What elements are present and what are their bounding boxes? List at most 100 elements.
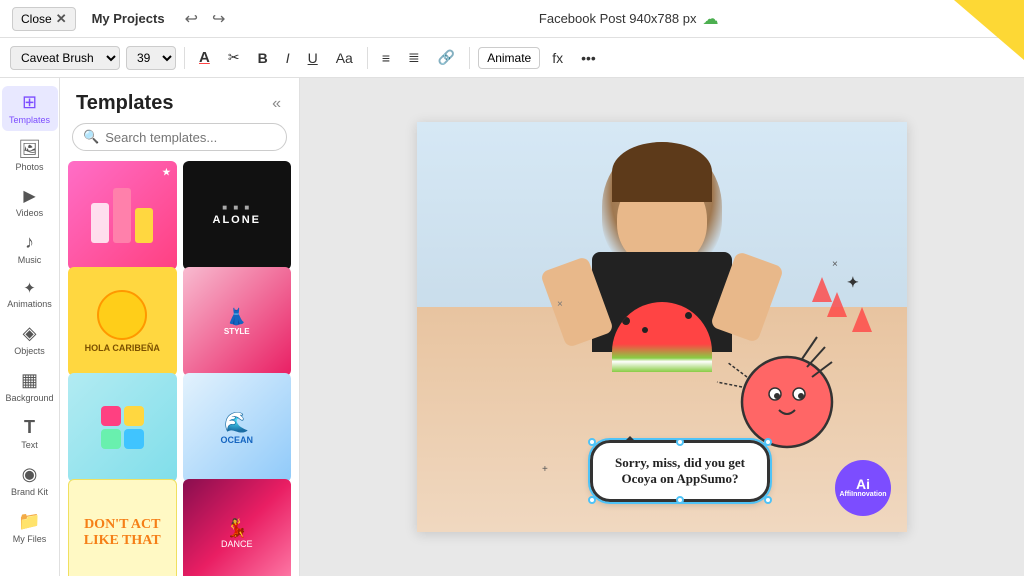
bold-icon: B — [258, 50, 268, 66]
sidebar-label-animations: Animations — [7, 299, 52, 309]
template-item[interactable]: HOLA CARIBEÑA — [68, 267, 177, 376]
line-spacing-button[interactable]: ≣ — [402, 45, 426, 70]
sidebar-item-templates[interactable]: ⊞ Templates — [2, 86, 58, 131]
close-x-icon: ✕ — [56, 11, 67, 27]
selection-handle[interactable] — [588, 438, 596, 446]
template-item[interactable]: ★ — [68, 161, 177, 270]
fx-icon: fx — [552, 50, 563, 66]
panel-header: Templates « — [60, 78, 299, 123]
ai-badge-text: Ai — [856, 477, 870, 491]
doc-title-text: Facebook Post 940x788 px — [539, 11, 697, 26]
sidebar-item-music[interactable]: ♪ Music — [2, 226, 58, 271]
video-icon: ▶ — [23, 186, 35, 206]
underline-button[interactable]: U — [302, 46, 324, 70]
search-icon: 🔍 — [83, 129, 99, 145]
text-color-icon: A — [199, 49, 210, 66]
ai-badge: Ai AffiInnovation — [835, 460, 891, 516]
undo-redo-group: ↩ ↪ — [181, 7, 230, 31]
text-effect-button[interactable]: ✂ — [222, 45, 246, 70]
templates-grid: ★ ■ ■ ■ ALONE HOLA CARIBEÑA 👗 — [60, 161, 299, 576]
formatting-toolbar: Caveat Brush 39 A ✂ B I U Aa ≡ ≣ 🔗 Anima… — [0, 38, 1024, 78]
template-item[interactable]: 🌊 OCEAN — [183, 373, 292, 482]
template-item[interactable]: 👗 STYLE — [183, 267, 292, 376]
sidebar-label-background: Background — [5, 393, 53, 403]
cloud-save-icon: ☁ — [702, 9, 718, 29]
link-button[interactable]: 🔗 — [432, 45, 461, 70]
speech-bubble[interactable]: Sorry, miss, did you get Ocoya on AppSum… — [590, 440, 770, 502]
toolbar-separator-3 — [469, 47, 470, 69]
animate-button[interactable]: Animate — [478, 47, 540, 69]
panel-title: Templates — [76, 92, 173, 115]
search-bar[interactable]: 🔍 — [72, 123, 287, 151]
text-icon: T — [24, 417, 35, 438]
close-button[interactable]: Close ✕ — [12, 7, 76, 31]
top-bar: Close ✕ My Projects ↩ ↪ Facebook Post 94… — [0, 0, 1024, 38]
toolbar-separator-1 — [184, 47, 185, 69]
sidebar: ⊞ Templates 🖼 Photos ▶ Videos ♪ Music ✦ … — [0, 78, 60, 576]
sidebar-item-text[interactable]: T Text — [2, 411, 58, 456]
objects-icon: ◈ — [23, 323, 37, 344]
align-button[interactable]: ≡ — [376, 46, 396, 70]
sidebar-item-background[interactable]: ▦ Background — [2, 364, 58, 409]
files-icon: 📁 — [18, 511, 40, 532]
selection-handle[interactable] — [588, 496, 596, 504]
sidebar-item-myfiles[interactable]: 📁 My Files — [2, 505, 58, 550]
redo-button[interactable]: ↪ — [208, 7, 229, 31]
case-icon: Aa — [336, 50, 353, 66]
main-layout: ⊞ Templates 🖼 Photos ▶ Videos ♪ Music ✦ … — [0, 78, 1024, 576]
badge-subtitle: AffiInnovation — [839, 491, 886, 499]
ellipsis-icon: ••• — [581, 50, 596, 66]
search-input[interactable] — [105, 130, 281, 145]
template-item[interactable] — [68, 373, 177, 482]
collapse-panel-button[interactable]: « — [270, 93, 283, 115]
grid-icon: ⊞ — [22, 92, 37, 113]
sidebar-label-objects: Objects — [14, 346, 45, 356]
align-icon: ≡ — [382, 50, 390, 66]
italic-icon: I — [286, 50, 290, 66]
sidebar-item-brandkit[interactable]: ◉ Brand Kit — [2, 458, 58, 503]
sidebar-item-objects[interactable]: ◈ Objects — [2, 317, 58, 362]
scissors-icon: ✂ — [228, 49, 240, 66]
brandkit-icon: ◉ — [22, 464, 38, 485]
sidebar-item-videos[interactable]: ▶ Videos — [2, 180, 58, 224]
undo-button[interactable]: ↩ — [181, 7, 202, 31]
photo-icon: 🖼 — [18, 139, 41, 160]
selection-handle[interactable] — [764, 496, 772, 504]
sidebar-label-music: Music — [18, 255, 42, 265]
background-icon: ▦ — [21, 370, 38, 391]
toolbar-separator-2 — [367, 47, 368, 69]
sidebar-item-animations[interactable]: ✦ Animations — [2, 273, 58, 315]
sidebar-label-brandkit: Brand Kit — [11, 487, 48, 497]
selection-handle[interactable] — [676, 496, 684, 504]
document-title-center: Facebook Post 940x788 px ☁ — [245, 9, 1012, 29]
sidebar-label-text: Text — [21, 440, 38, 450]
animation-icon: ✦ — [23, 279, 36, 297]
italic-button[interactable]: I — [280, 46, 296, 70]
font-size-select[interactable]: 39 — [126, 46, 176, 70]
speech-text: Sorry, miss, did you get Ocoya on AppSum… — [615, 455, 745, 486]
sidebar-label-photos: Photos — [15, 162, 43, 172]
fx-button[interactable]: fx — [546, 46, 569, 70]
selection-handle[interactable] — [676, 438, 684, 446]
selection-handle[interactable] — [764, 438, 772, 446]
font-family-select[interactable]: Caveat Brush — [10, 46, 120, 70]
project-title: My Projects — [92, 11, 165, 26]
sidebar-label-myfiles: My Files — [13, 534, 47, 544]
link-icon: 🔗 — [438, 49, 455, 66]
sidebar-label-templates: Templates — [9, 115, 50, 125]
canvas-area[interactable]: ✦ × + × Sorry, miss, did you get Ocoya o… — [300, 78, 1024, 576]
bold-button[interactable]: B — [252, 46, 274, 70]
template-item[interactable]: ■ ■ ■ ALONE — [183, 161, 292, 270]
template-item[interactable]: DON'T ACTLIKE THAT — [68, 479, 177, 576]
line-spacing-icon: ≣ — [408, 49, 420, 66]
sidebar-item-photos[interactable]: 🖼 Photos — [2, 133, 58, 178]
animate-label: Animate — [487, 51, 531, 65]
close-label: Close — [21, 12, 52, 26]
text-color-button[interactable]: A — [193, 45, 216, 70]
text-case-button[interactable]: Aa — [330, 46, 359, 70]
more-options-button[interactable]: ••• — [575, 46, 602, 70]
templates-panel: Templates « 🔍 ★ ■ ■ ■ ALONE — [60, 78, 300, 576]
sidebar-label-videos: Videos — [16, 208, 43, 218]
template-item[interactable]: 💃 DANCE — [183, 479, 292, 576]
canvas-content: ✦ × + × Sorry, miss, did you get Ocoya o… — [417, 122, 907, 532]
